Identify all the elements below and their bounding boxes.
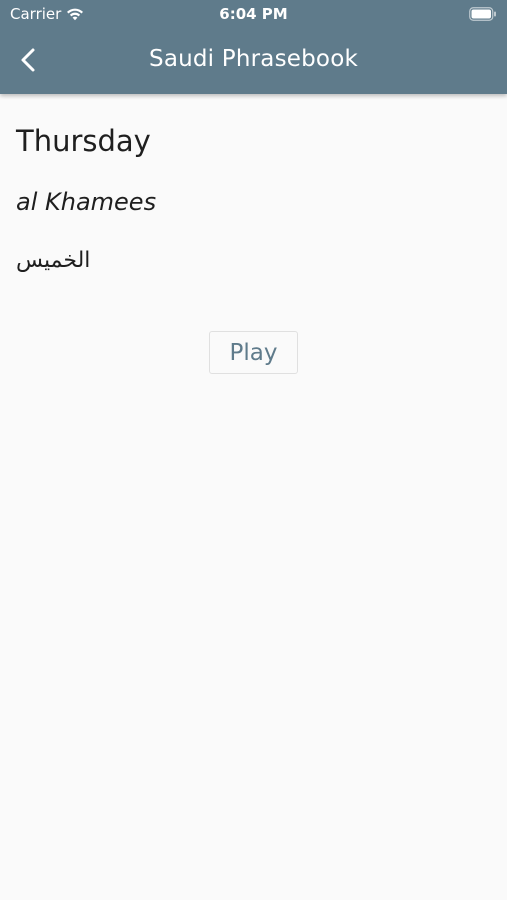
english-phrase: Thursday	[16, 124, 151, 158]
page-title: Saudi Phrasebook	[149, 46, 358, 72]
status-time: 6:04 PM	[219, 5, 288, 23]
play-button[interactable]: Play	[209, 331, 298, 374]
navigation-bar: Saudi Phrasebook	[0, 38, 507, 82]
transliteration-text: al Khamees	[16, 188, 157, 216]
arabic-phrase: الخميس	[16, 248, 91, 273]
app-header: Carrier 6:04 PM Saudi Phrasebook	[0, 0, 507, 94]
battery-icon	[469, 7, 496, 21]
phrase-content: Thursday al Khamees الخميس	[16, 122, 491, 273]
status-bar: Carrier 6:04 PM	[0, 0, 507, 28]
